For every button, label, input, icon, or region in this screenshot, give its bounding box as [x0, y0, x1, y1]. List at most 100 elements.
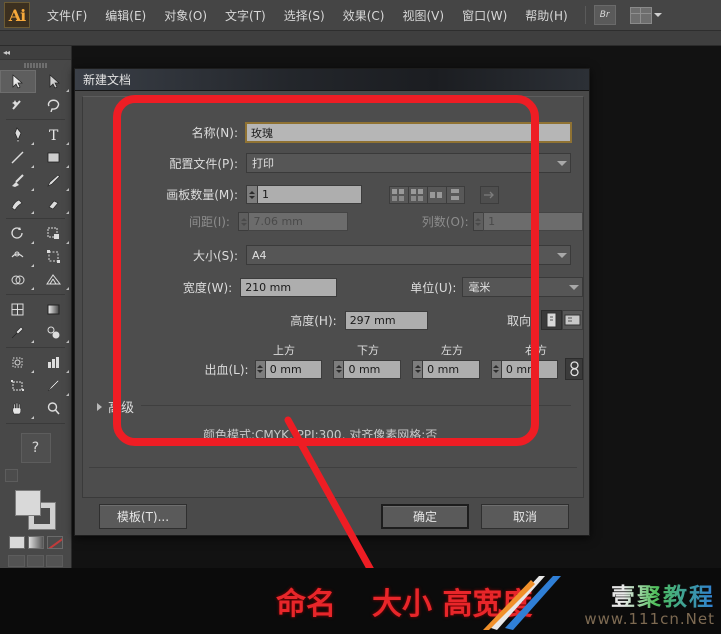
none-swatch-icon[interactable]	[46, 536, 63, 549]
column-graph-tool[interactable]	[36, 351, 72, 374]
lasso-tool[interactable]	[36, 93, 72, 116]
artboards-label: 画板数量(M):	[166, 188, 238, 202]
bleed-label: 出血(L):	[204, 362, 249, 377]
menu-effect[interactable]: 效果(C)	[334, 3, 394, 28]
tools-panel-grip[interactable]	[0, 60, 71, 70]
spacing-input[interactable]: 7.06 mm	[248, 212, 349, 231]
draw-normal-icon[interactable]	[8, 555, 25, 567]
grid-by-row-icon[interactable]	[389, 185, 408, 204]
bleed-left-input[interactable]: 0 mm	[422, 359, 480, 379]
arrange-by-column-icon[interactable]	[446, 185, 465, 204]
collapse-panel-icon[interactable]: ◂◂	[3, 48, 10, 57]
menu-edit[interactable]: 编辑(E)	[96, 3, 155, 28]
bleed-left-stepper[interactable]	[411, 359, 423, 379]
new-document-dialog: 新建文档 名称(N): 玫瑰 配置文件(P): 打印 画板数量(M): 1 间距…	[74, 68, 590, 536]
bleed-top-input[interactable]: 0 mm	[264, 359, 323, 379]
profile-select[interactable]: 打印	[246, 153, 571, 173]
slice-tool[interactable]	[36, 374, 72, 397]
fill-stroke-indicator[interactable]	[14, 490, 57, 530]
bleed-right-stepper[interactable]	[490, 359, 501, 379]
direct-selection-tool[interactable]	[36, 70, 72, 93]
cancel-button[interactable]: 取消	[481, 503, 569, 529]
blend-tool[interactable]	[36, 321, 72, 344]
chevron-down-icon	[557, 161, 567, 166]
advanced-toggle[interactable]: 高级	[97, 397, 134, 416]
type-tool[interactable]: T	[36, 123, 72, 146]
arrange-documents-button[interactable]	[629, 6, 662, 24]
dialog-title-bar[interactable]: 新建文档	[75, 69, 589, 91]
magic-wand-tool[interactable]	[0, 93, 36, 116]
arrange-by-row-icon[interactable]	[427, 185, 446, 204]
gradient-tool[interactable]	[36, 298, 72, 321]
link-chain-icon[interactable]	[565, 358, 583, 380]
advanced-summary: 颜色模式:CMYK, PPI:300, 对齐像素网格:否	[203, 428, 438, 442]
symbol-sprayer-tool[interactable]	[0, 351, 36, 374]
spacing-label: 间距(I):	[189, 215, 230, 229]
bleed-top-label: 上方	[273, 344, 295, 357]
bleed-top-stepper[interactable]	[254, 359, 265, 379]
artboard-direction-icon[interactable]	[480, 185, 499, 204]
menu-object[interactable]: 对象(O)	[155, 3, 216, 28]
perspective-grid-tool[interactable]	[36, 268, 72, 291]
bleed-bottom-stepper[interactable]	[333, 359, 344, 379]
bridge-icon[interactable]: Br	[593, 5, 616, 25]
hand-tool[interactable]	[0, 397, 36, 420]
eyedropper-tool[interactable]	[0, 321, 36, 344]
free-transform-tool[interactable]	[36, 245, 72, 268]
line-segment-tool[interactable]	[0, 146, 36, 169]
menu-type[interactable]: 文字(T)	[216, 3, 275, 28]
size-select[interactable]: A4	[246, 245, 571, 265]
name-input[interactable]: 玫瑰	[245, 122, 572, 143]
pencil-tool[interactable]	[36, 169, 72, 192]
ok-button[interactable]: 确定	[381, 503, 469, 529]
menu-view[interactable]: 视图(V)	[393, 3, 453, 28]
template-button[interactable]: 模板(T)...	[99, 503, 187, 529]
landscape-icon[interactable]	[561, 310, 583, 330]
height-input[interactable]: 297 mm	[344, 310, 428, 330]
default-fill-stroke-icon[interactable]	[5, 469, 18, 482]
gradient-swatch-icon[interactable]	[27, 536, 44, 549]
rotate-tool[interactable]	[0, 222, 36, 245]
menu-window[interactable]: 窗口(W)	[453, 3, 516, 28]
fill-swatch[interactable]	[14, 490, 41, 516]
width-row: 宽度(W): 210 mm 单位(U): 毫米	[83, 277, 583, 297]
menu-select[interactable]: 选择(S)	[275, 3, 334, 28]
columns-input[interactable]: 1	[483, 212, 584, 231]
watermark-slash-icon	[483, 576, 561, 630]
spacing-stepper[interactable]	[237, 212, 249, 231]
artboards-stepper[interactable]	[246, 185, 257, 204]
bleed-bottom-input[interactable]: 0 mm	[343, 359, 401, 379]
artboards-input[interactable]: 1	[257, 185, 362, 204]
tools-panel-header[interactable]: ◂◂	[0, 46, 71, 60]
blob-brush-tool[interactable]	[0, 192, 36, 215]
menu-help[interactable]: 帮助(H)	[516, 3, 576, 28]
zoom-tool[interactable]	[36, 397, 72, 420]
color-swatch-icon[interactable]	[8, 536, 25, 549]
rectangle-tool[interactable]	[36, 146, 72, 169]
draw-inside-icon[interactable]	[46, 555, 63, 567]
pen-tool[interactable]	[0, 123, 36, 146]
height-row: 高度(H): 297 mm 取向:	[83, 310, 583, 330]
draw-behind-icon[interactable]	[27, 555, 44, 567]
units-value: 毫米	[468, 281, 491, 294]
paintbrush-tool[interactable]	[0, 169, 36, 192]
width-input[interactable]: 210 mm	[240, 277, 337, 297]
menu-file[interactable]: 文件(F)	[38, 3, 96, 28]
bleed-right-input[interactable]: 0 mm	[500, 359, 559, 379]
portrait-icon[interactable]	[540, 310, 562, 330]
size-row: 大小(S): A4	[83, 245, 573, 265]
scale-tool[interactable]	[36, 222, 72, 245]
width-tool[interactable]	[0, 245, 36, 268]
columns-label: 列数(O):	[421, 215, 469, 229]
units-select[interactable]: 毫米	[462, 277, 583, 297]
artboard-tool[interactable]	[0, 374, 36, 397]
selection-tool[interactable]	[0, 70, 36, 93]
help-icon[interactable]: ?	[20, 433, 51, 463]
shape-builder-tool[interactable]	[0, 268, 36, 291]
mesh-tool[interactable]	[0, 298, 36, 321]
columns-stepper[interactable]	[472, 212, 484, 231]
watermark: 壹聚教程 www.111cn.Net	[584, 577, 715, 628]
drawing-mode-row	[0, 555, 71, 567]
grid-by-column-icon[interactable]	[408, 185, 427, 204]
eraser-tool[interactable]	[36, 192, 72, 215]
